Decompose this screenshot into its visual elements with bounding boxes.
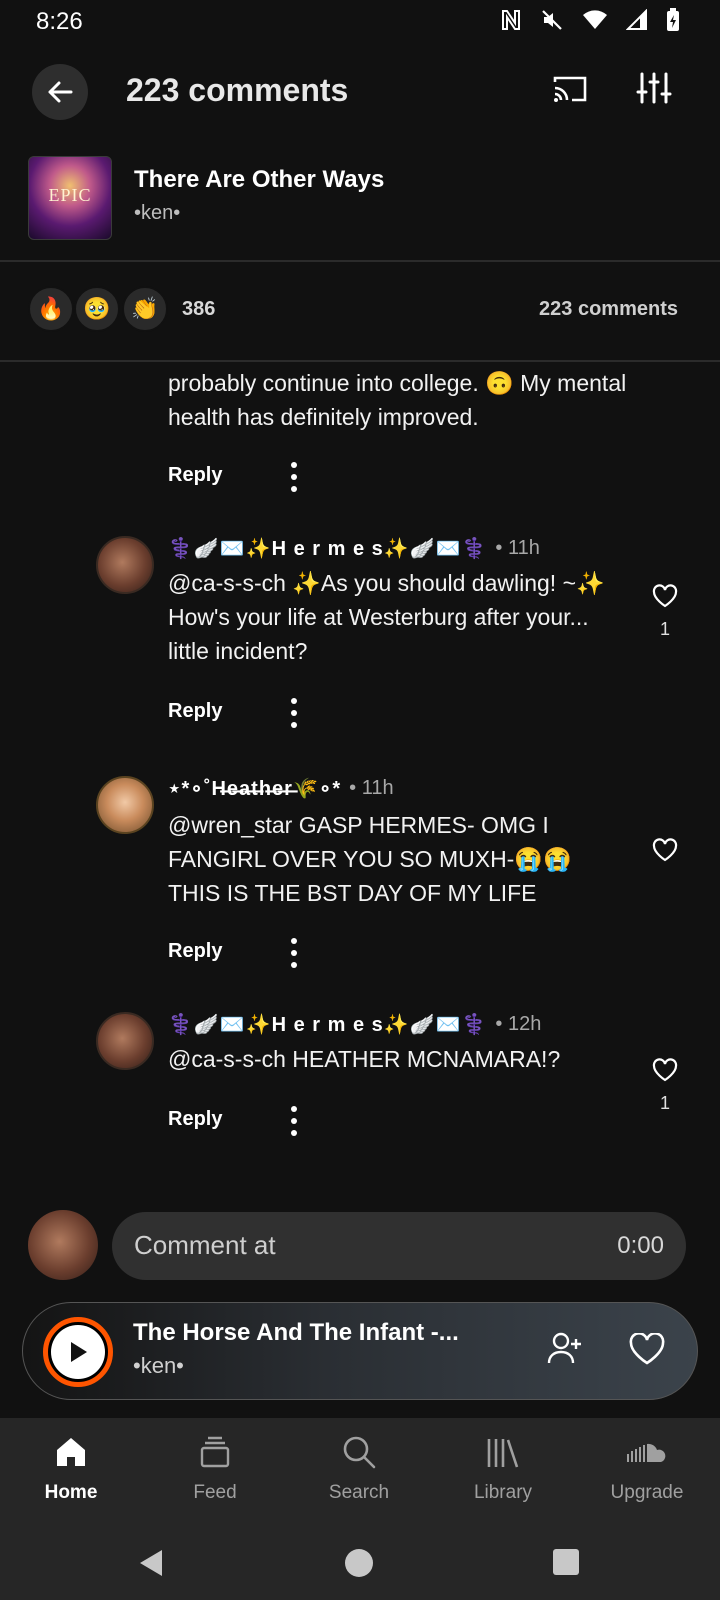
system-back-icon[interactable] — [136, 1548, 166, 1578]
status-icons — [500, 8, 680, 32]
reply-button[interactable]: Reply — [168, 700, 222, 723]
bottom-navigation: Home Feed Search Library Upgrade — [0, 1418, 720, 1526]
battery-icon — [667, 8, 679, 31]
comment-time: • 11h — [495, 537, 540, 559]
heart-icon — [652, 584, 678, 608]
heart-icon — [629, 1332, 665, 1365]
mini-player-title[interactable]: The Horse And The Infant -... — [133, 1319, 459, 1347]
comment-composer: Comment at 0:00 — [0, 1208, 720, 1284]
artwork-logo: EPIC — [48, 185, 92, 205]
like-button[interactable] — [650, 838, 680, 867]
like-button[interactable]: 1 — [650, 584, 680, 640]
comment-input-placeholder: Comment at — [134, 1230, 276, 1260]
cast-button[interactable] — [552, 74, 588, 109]
nav-home[interactable]: Home — [16, 1432, 126, 1504]
like-button[interactable]: 1 — [650, 1058, 680, 1114]
heart-icon — [652, 1058, 678, 1082]
nav-search[interactable]: Search — [304, 1432, 414, 1504]
back-button[interactable] — [32, 64, 88, 120]
signal-icon — [626, 9, 647, 30]
mini-player-artist[interactable]: •ken• — [133, 1353, 184, 1379]
divider — [0, 260, 720, 262]
add-user-icon — [547, 1332, 581, 1364]
more-options-icon[interactable] — [284, 462, 304, 492]
reply-button[interactable]: Reply — [168, 464, 222, 487]
track-artist[interactable]: •ken• — [134, 202, 180, 225]
feed-icon — [200, 1436, 230, 1468]
track-title[interactable]: There Are Other Ways — [134, 166, 384, 194]
mute-icon — [542, 10, 562, 30]
track-header[interactable]: EPIC There Are Other Ways •ken• — [0, 152, 720, 252]
reply-button[interactable]: Reply — [168, 940, 222, 963]
nav-label: Feed — [193, 1482, 237, 1503]
nav-feed[interactable]: Feed — [160, 1432, 270, 1504]
nav-label: Search — [328, 1482, 390, 1503]
top-bar: 223 comments — [0, 56, 720, 132]
avatar[interactable] — [96, 776, 154, 834]
comment-time: • 11h — [349, 777, 394, 799]
reaction-row: 🔥 🥹 👏 386 223 comments — [0, 284, 720, 340]
like-count: 1 — [659, 1093, 670, 1113]
more-options-icon[interactable] — [284, 1106, 304, 1136]
comments-list[interactable]: probably continue into college. 🙃 My men… — [0, 360, 720, 1190]
nav-library[interactable]: Library — [448, 1432, 558, 1504]
reply-button[interactable]: Reply — [168, 1108, 222, 1131]
comment-username[interactable]: ⚕️🪽✉️✨H e r m e s✨🪽✉️⚕️ — [168, 536, 487, 561]
more-options-icon[interactable] — [284, 698, 304, 728]
system-home-icon[interactable] — [344, 1548, 374, 1578]
comments-count: 223 comments — [539, 298, 678, 320]
user-avatar — [28, 1210, 98, 1280]
mini-player[interactable]: The Horse And The Infant -... •ken• — [22, 1302, 698, 1400]
avatar[interactable] — [96, 1012, 154, 1070]
home-icon — [57, 1438, 85, 1466]
comment-header: ⋆*∘˚H̶e̶a̶t̶h̶e̶r̶🌾∘* • 11h — [168, 776, 394, 801]
arrow-left-icon — [48, 81, 73, 103]
heart-icon — [652, 838, 678, 862]
nav-label: Upgrade — [610, 1482, 684, 1503]
wifi-icon — [583, 10, 607, 29]
comment-header: ⚕️🪽✉️✨H e r m e s✨🪽✉️⚕️ • 12h — [168, 1012, 541, 1037]
more-options-icon[interactable] — [284, 938, 304, 968]
nav-label: Library — [473, 1482, 533, 1503]
nav-upgrade[interactable]: Upgrade — [592, 1432, 702, 1504]
comment-header: ⚕️🪽✉️✨H e r m e s✨🪽✉️⚕️ • 11h — [168, 536, 540, 561]
avatar[interactable] — [96, 536, 154, 594]
fire-emoji-reaction[interactable]: 🔥 — [28, 286, 74, 332]
page-title: 223 comments — [126, 72, 349, 108]
system-navigation-bar — [0, 1526, 720, 1600]
cast-icon — [553, 76, 587, 102]
library-icon — [487, 1439, 519, 1468]
comment-body: @ca-s-s-ch ✨As you should dawling! ~✨ Ho… — [168, 570, 605, 664]
comment-username[interactable]: ⚕️🪽✉️✨H e r m e s✨🪽✉️⚕️ — [168, 1012, 487, 1037]
sliders-icon — [636, 72, 672, 104]
nav-label: Home — [44, 1482, 98, 1503]
play-icon — [71, 1342, 87, 1362]
nfc-icon — [502, 10, 520, 30]
comment-input[interactable]: Comment at 0:00 — [112, 1212, 686, 1280]
like-track-button[interactable] — [629, 1332, 665, 1370]
comment-body: probably continue into college. 🙃 My men… — [168, 370, 627, 430]
status-bar: 8:26 — [0, 0, 720, 48]
follow-artist-button[interactable] — [547, 1331, 583, 1370]
soundcloud-icon — [627, 1443, 666, 1462]
system-recents-icon[interactable] — [552, 1548, 580, 1576]
filter-button[interactable] — [636, 70, 672, 111]
comment-body: @ca-s-s-ch HEATHER MCNAMARA!? — [168, 1046, 561, 1072]
search-icon — [343, 1436, 376, 1469]
comment-username[interactable]: ⋆*∘˚H̶e̶a̶t̶h̶e̶r̶🌾∘* — [168, 776, 341, 801]
comment-body: @wren_star GASP HERMES- OMG I FANGIRL OV… — [168, 812, 572, 906]
clap-emoji-reaction[interactable]: 👏 — [122, 286, 168, 332]
like-count: 1 — [659, 619, 670, 639]
status-time: 8:26 — [36, 8, 83, 35]
teary-emoji-reaction[interactable]: 🥹 — [74, 286, 120, 332]
track-artwork[interactable]: EPIC — [28, 156, 112, 240]
comment-time: • 12h — [495, 1013, 542, 1035]
comment-timestamp[interactable]: 0:00 — [617, 1232, 664, 1260]
reaction-count: 386 — [182, 298, 216, 320]
play-button[interactable] — [43, 1317, 113, 1387]
